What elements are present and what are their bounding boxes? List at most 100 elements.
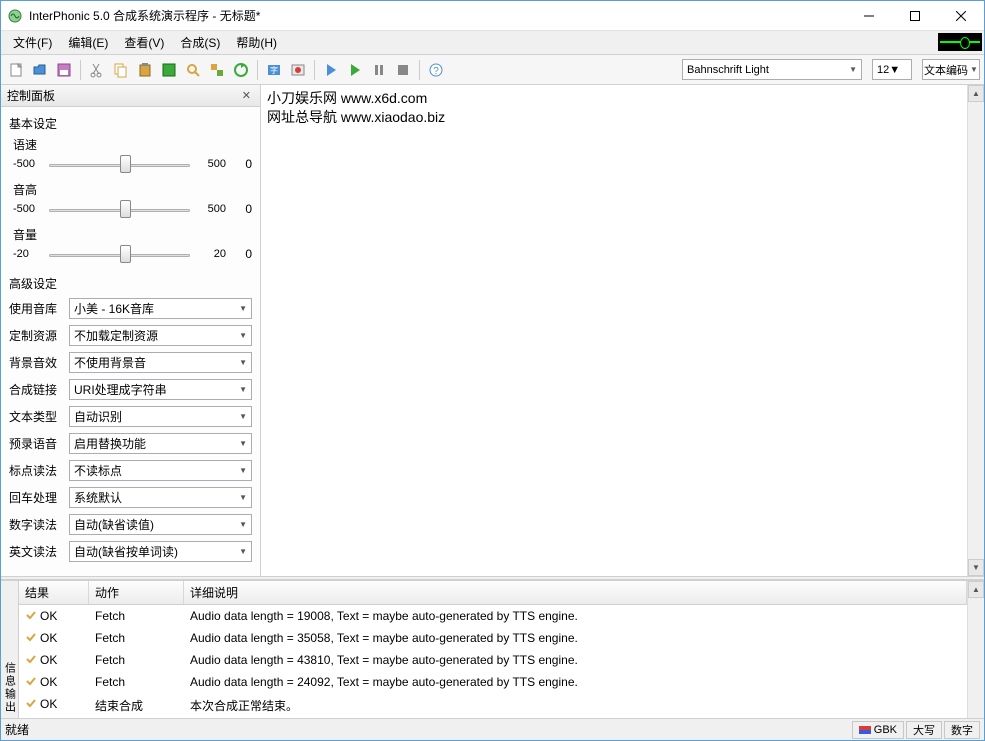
output-panel: 信息输出 结果 动作 详细说明 OKFetchAudio data length… [1, 580, 984, 718]
menu-synth[interactable]: 合成(S) [172, 31, 228, 54]
log-row[interactable]: OKFetchAudio data length = 24092, Text =… [19, 671, 967, 693]
voice-label: 使用音库 [9, 300, 65, 317]
menu-file[interactable]: 文件(F) [5, 31, 60, 54]
col-result[interactable]: 结果 [19, 581, 89, 604]
chevron-down-icon: ▼ [849, 65, 857, 74]
voice-select[interactable]: 小美 - 16K音库▼ [69, 298, 252, 319]
status-encoding[interactable]: GBK [852, 721, 904, 739]
link-select[interactable]: URI处理成字符串▼ [69, 379, 252, 400]
encoding-button[interactable]: 文本编码 ▼ [922, 59, 980, 80]
status-caps: 大写 [906, 721, 942, 739]
pause-icon[interactable] [368, 59, 390, 81]
help-icon[interactable]: ? [425, 59, 447, 81]
window-title: InterPhonic 5.0 合成系统演示程序 - 无标题* [29, 7, 846, 24]
editor-vscrollbar[interactable]: ▲ ▼ [967, 85, 984, 576]
flag-icon[interactable]: 字 [263, 59, 285, 81]
speed-label: 语速 [13, 136, 252, 153]
panel-close-icon[interactable]: ✕ [239, 89, 254, 102]
bgsound-select[interactable]: 不使用背景音▼ [69, 352, 252, 373]
ok-icon [25, 631, 37, 643]
log-row[interactable]: OKFetchAudio data length = 19008, Text =… [19, 605, 967, 627]
english-label: 英文读法 [9, 543, 65, 560]
window-controls [846, 1, 984, 30]
find-icon[interactable] [182, 59, 204, 81]
font-select[interactable]: Bahnschrift Light ▼ [682, 59, 862, 80]
cut-icon[interactable] [86, 59, 108, 81]
pitch-slider-row: 音高 -500 500 0 [13, 181, 252, 218]
texttype-row: 文本类型 自动识别▼ [9, 406, 252, 427]
prerecord-label: 预录语音 [9, 435, 65, 452]
custres-select[interactable]: 不加载定制资源▼ [69, 325, 252, 346]
replace-icon[interactable] [206, 59, 228, 81]
english-select[interactable]: 自动(缺省按单词读)▼ [69, 541, 252, 562]
save-file-icon[interactable] [53, 59, 75, 81]
maximize-button[interactable] [892, 1, 938, 30]
refresh-icon[interactable] [230, 59, 252, 81]
number-select[interactable]: 自动(缺省读值)▼ [69, 514, 252, 535]
play-selection-icon[interactable] [344, 59, 366, 81]
menu-help[interactable]: 帮助(H) [228, 31, 285, 54]
english-row: 英文读法 自动(缺省按单词读)▼ [9, 541, 252, 562]
font-value: Bahnschrift Light [687, 64, 769, 76]
log-vscrollbar[interactable]: ▲ [967, 581, 984, 718]
custres-label: 定制资源 [9, 327, 65, 344]
basic-section-title: 基本设定 [9, 115, 252, 132]
stop-icon[interactable] [392, 59, 414, 81]
pitch-min: -500 [13, 203, 43, 215]
app-window: InterPhonic 5.0 合成系统演示程序 - 无标题* 文件(F) 编辑… [0, 0, 985, 741]
output-tab[interactable]: 信息输出 [1, 581, 19, 718]
prerecord-select[interactable]: 启用替换功能▼ [69, 433, 252, 454]
advanced-section-title: 高级设定 [9, 275, 252, 292]
log-row[interactable]: OKFetchAudio data length = 43810, Text =… [19, 649, 967, 671]
ok-icon [25, 609, 37, 621]
text-editor[interactable]: 小刀娱乐网 www.x6d.com 网址总导航 www.xiaodao.biz [261, 85, 984, 576]
close-button[interactable] [938, 1, 984, 30]
log-row[interactable]: OK结束合成本次合成正常结束。 [19, 693, 967, 718]
scroll-up-icon[interactable]: ▲ [968, 581, 984, 598]
fontsize-value: 12 [877, 64, 889, 76]
toolbar-separator [419, 60, 420, 80]
volume-min: -20 [13, 248, 43, 260]
fontsize-select[interactable]: 12 ▼ [872, 59, 912, 80]
control-panel: 控制面板 ✕ 基本设定 语速 -500 500 0 音高 [1, 85, 261, 576]
panel-body: 基本设定 语速 -500 500 0 音高 -500 500 [1, 107, 260, 576]
col-action[interactable]: 动作 [89, 581, 184, 604]
enter-select[interactable]: 系统默认▼ [69, 487, 252, 508]
volume-label: 音量 [13, 226, 252, 243]
menu-edit[interactable]: 编辑(E) [60, 31, 116, 54]
volume-slider[interactable] [49, 245, 190, 263]
svg-text:?: ? [433, 66, 439, 77]
scroll-down-icon[interactable]: ▼ [968, 559, 984, 576]
new-file-icon[interactable] [5, 59, 27, 81]
speed-slider[interactable] [49, 155, 190, 173]
log-row[interactable]: OKFetchAudio data length = 35058, Text =… [19, 627, 967, 649]
panel-title: 控制面板 [7, 87, 55, 104]
copy-icon[interactable] [110, 59, 132, 81]
encoding-label: 文本编码 [924, 62, 968, 78]
statusbar: 就绪 GBK 大写 数字 [1, 718, 984, 740]
number-label: 数字读法 [9, 516, 65, 533]
output-tab-label: 信息输出 [2, 658, 18, 718]
punct-select[interactable]: 不读标点▼ [69, 460, 252, 481]
select-icon[interactable] [158, 59, 180, 81]
punct-row: 标点读法 不读标点▼ [9, 460, 252, 481]
scroll-up-icon[interactable]: ▲ [968, 85, 984, 102]
pitch-label: 音高 [13, 181, 252, 198]
paste-icon[interactable] [134, 59, 156, 81]
chevron-down-icon: ▼ [889, 64, 900, 76]
minimize-button[interactable] [846, 1, 892, 30]
region-icon[interactable] [287, 59, 309, 81]
svg-text:字: 字 [270, 65, 278, 75]
menu-view[interactable]: 查看(V) [116, 31, 172, 54]
pitch-slider[interactable] [49, 200, 190, 218]
pitch-max: 500 [196, 203, 226, 215]
texttype-select[interactable]: 自动识别▼ [69, 406, 252, 427]
open-file-icon[interactable] [29, 59, 51, 81]
toolbar-separator [257, 60, 258, 80]
oscilloscope-icon [938, 33, 982, 51]
col-detail[interactable]: 详细说明 [184, 581, 967, 604]
custres-row: 定制资源 不加载定制资源▼ [9, 325, 252, 346]
enter-row: 回车处理 系统默认▼ [9, 487, 252, 508]
play-icon[interactable] [320, 59, 342, 81]
bgsound-label: 背景音效 [9, 354, 65, 371]
